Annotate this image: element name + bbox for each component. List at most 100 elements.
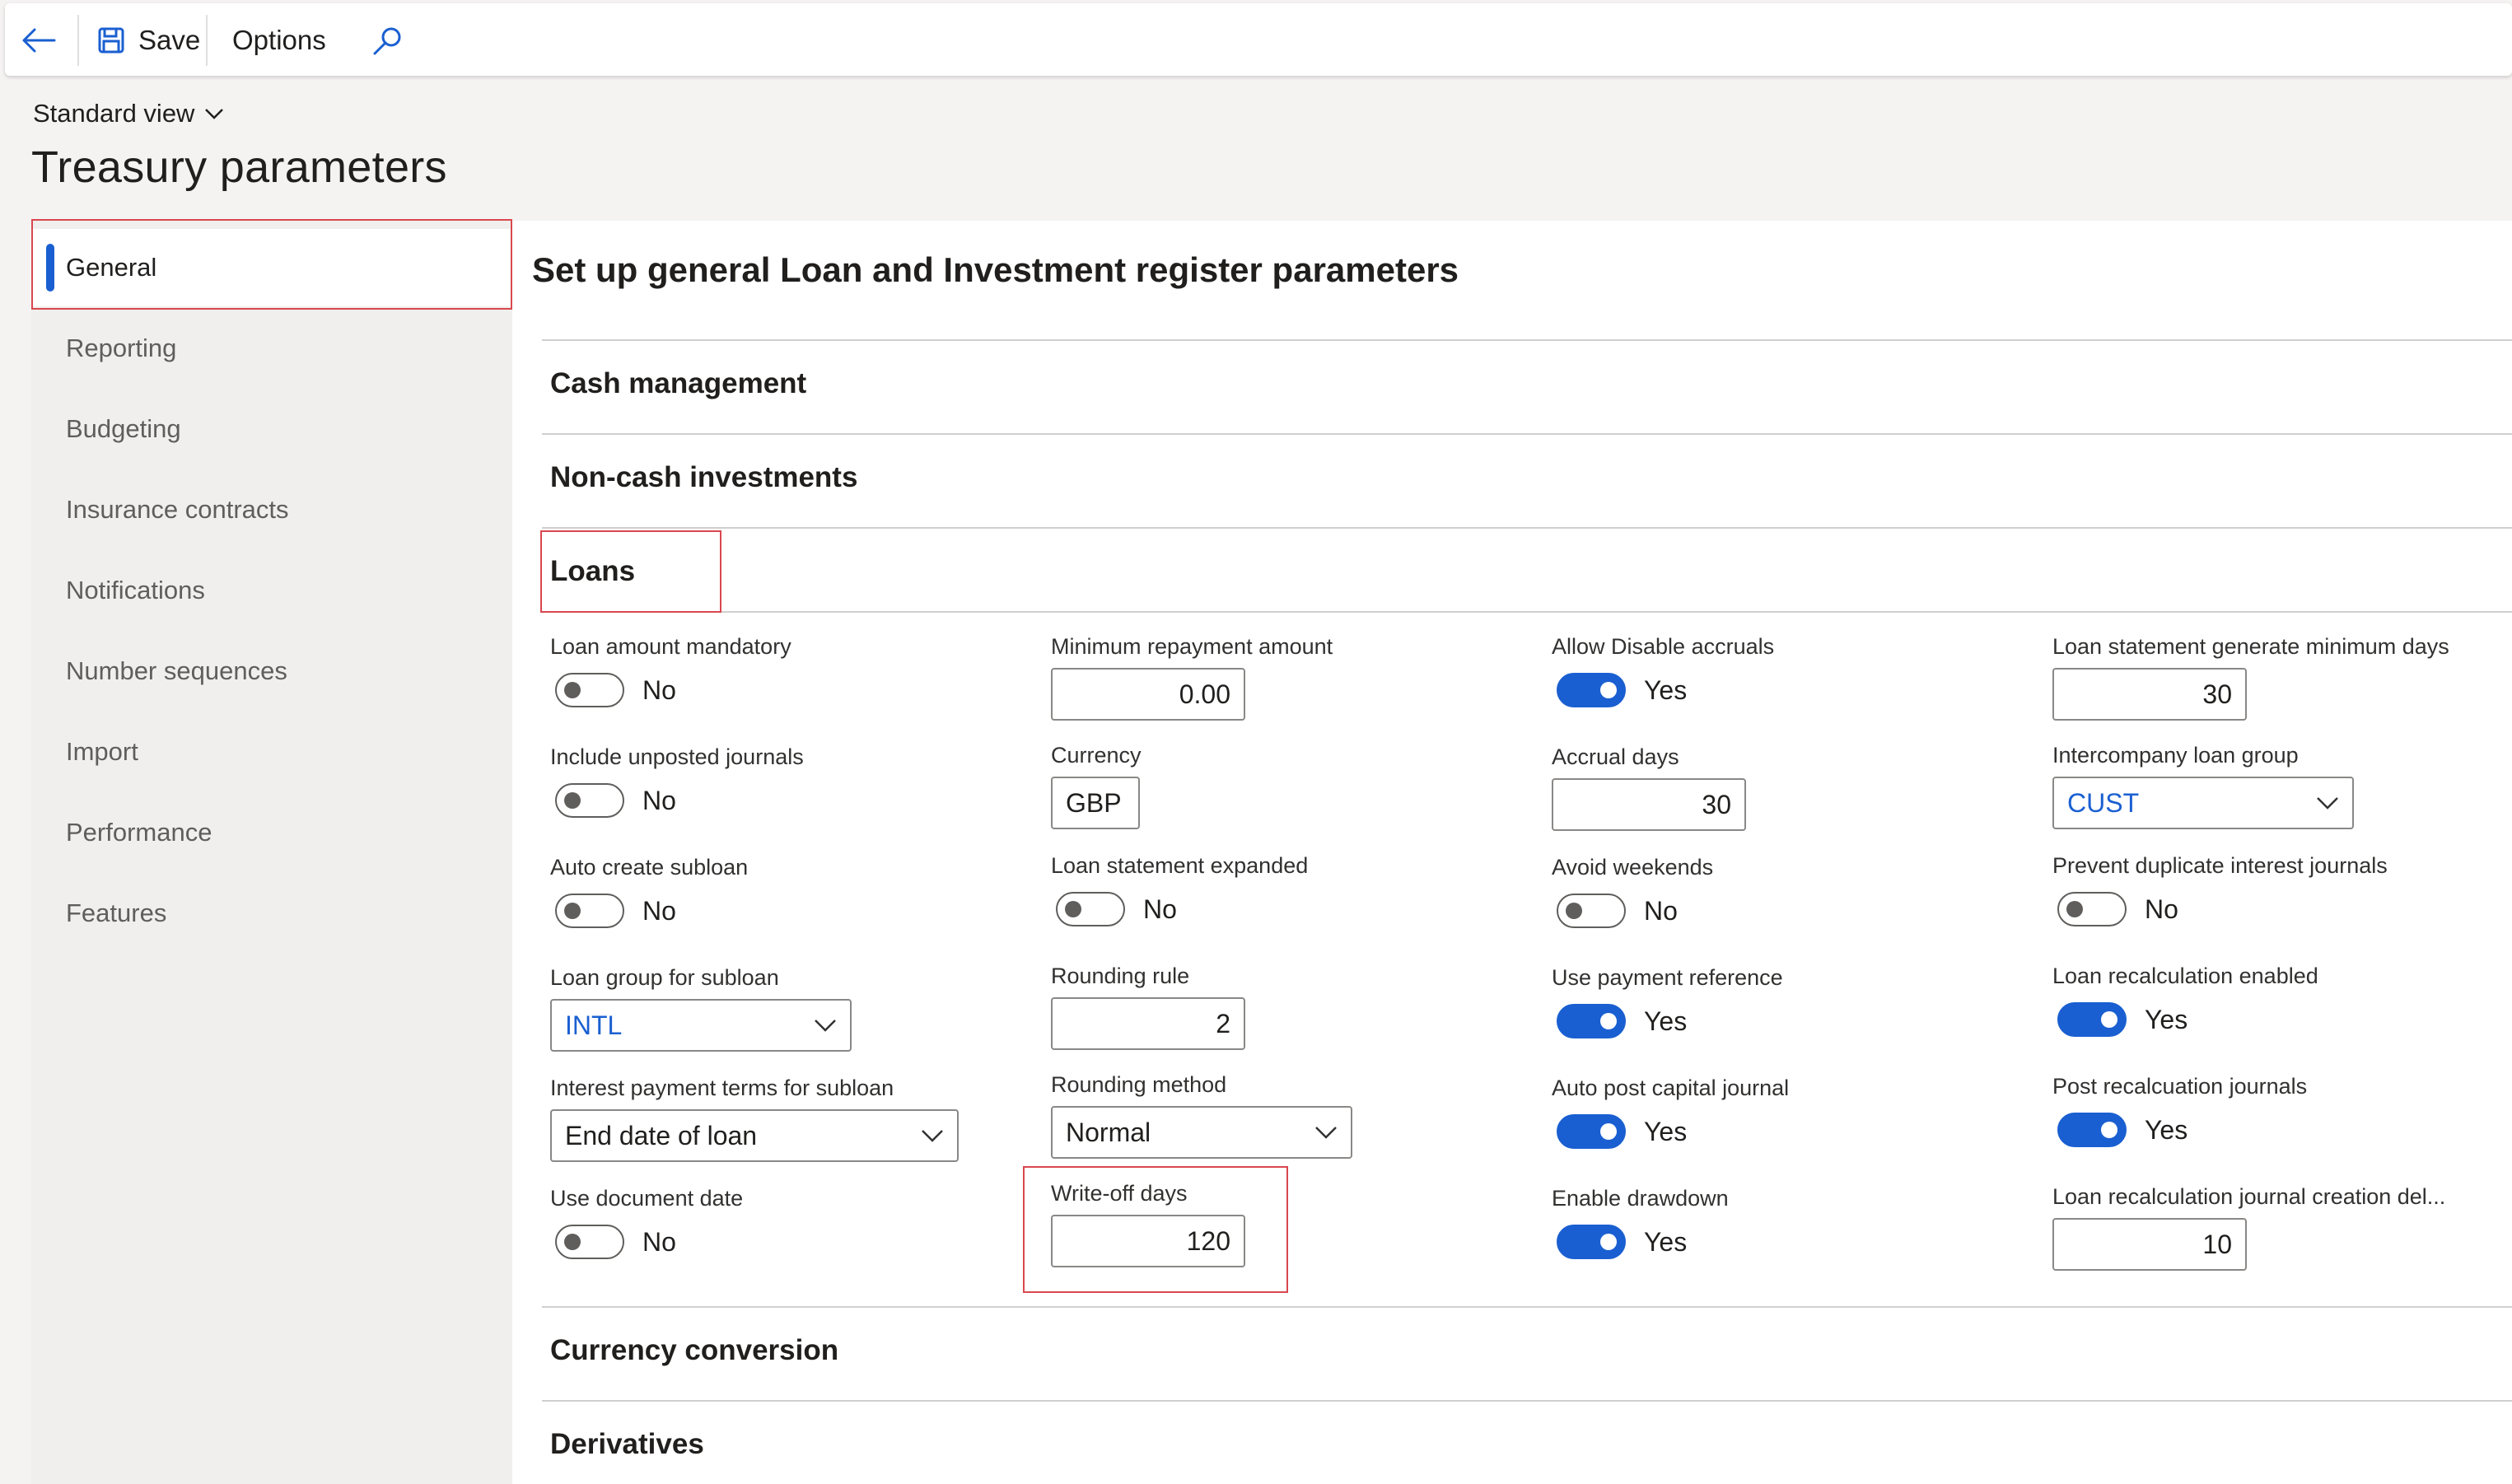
section-cash-management[interactable]: Cash management [550, 367, 806, 400]
toggle-value: No [2145, 894, 2178, 924]
toggle-value: Yes [1644, 1226, 1688, 1257]
field-loan-statement-expanded: Loan statement expanded No [1051, 853, 1308, 926]
field-avoid-weekends: Avoid weekends No [1552, 855, 1713, 928]
toggle-include-unposted-journals[interactable] [555, 783, 624, 818]
toggle-value: No [642, 895, 676, 926]
toggle-use-payment-reference[interactable] [1557, 1004, 1626, 1038]
intercompany-loan-group-select[interactable]: CUST [2052, 777, 2354, 829]
toggle-value: Yes [1644, 1006, 1688, 1036]
minimum-repayment-amount-input[interactable]: 0.00 [1051, 668, 1245, 721]
field-rounding-method: Rounding method Normal [1051, 1072, 1352, 1159]
toggle-value: Yes [1644, 1116, 1688, 1146]
options-button[interactable]: Options [232, 21, 326, 59]
toggle-value: Yes [2145, 1004, 2188, 1034]
toggle-loan-amount-mandatory[interactable] [555, 673, 624, 707]
section-derivatives[interactable]: Derivatives [550, 1428, 704, 1461]
select-value: Normal [1066, 1117, 1151, 1147]
toggle-prevent-duplicate-interest-journals[interactable] [2057, 892, 2127, 926]
field-label: Post recalcuation journals [2052, 1074, 2308, 1099]
toggle-avoid-weekends[interactable] [1557, 894, 1626, 928]
field-currency: Currency GBP [1051, 743, 1142, 829]
field-prevent-duplicate-interest-journals: Prevent duplicate interest journals No [2052, 853, 2388, 926]
field-label: Allow Disable accruals [1552, 634, 1775, 659]
toggle-auto-post-capital-journal[interactable] [1557, 1114, 1626, 1149]
field-label: Loan recalculation journal creation del.… [2052, 1184, 2446, 1209]
toggle-enable-drawdown[interactable] [1557, 1225, 1626, 1259]
highlight-box-loans [540, 530, 721, 613]
sidebar-item-reporting[interactable]: Reporting [31, 310, 512, 387]
field-accrual-days: Accrual days 30 [1552, 744, 1746, 831]
toggle-value: Yes [2145, 1114, 2188, 1145]
divider [721, 611, 2512, 613]
toggle-post-recalculation-journals[interactable] [2057, 1113, 2127, 1147]
loan-recalc-journal-delay-input[interactable]: 10 [2052, 1218, 2247, 1271]
field-label: Loan statement expanded [1051, 853, 1309, 878]
select-value: CUST [2067, 787, 2140, 818]
divider [542, 339, 2512, 341]
field-allow-disable-accruals: Allow Disable accruals Yes [1552, 634, 1774, 707]
loan-group-for-subloan-select[interactable]: INTL [550, 999, 852, 1052]
section-non-cash-investments[interactable]: Non-cash investments [550, 461, 857, 494]
chevron-down-icon [922, 1130, 943, 1142]
field-label: Currency [1051, 743, 1142, 768]
field-use-document-date: Use document date No [550, 1186, 743, 1259]
field-interest-payment-terms: Interest payment terms for subloan End d… [550, 1076, 959, 1162]
section-heading: Set up general Loan and Investment regis… [532, 250, 1459, 289]
chevron-down-icon [205, 109, 224, 119]
toggle-loan-recalculation-enabled[interactable] [2057, 1002, 2127, 1037]
field-loan-statement-min-days: Loan statement generate minimum days 30 [2052, 634, 2449, 721]
toggle-allow-disable-accruals[interactable] [1557, 673, 1626, 707]
sidebar-item-insurance-contracts[interactable]: Insurance contracts [31, 471, 512, 548]
divider [542, 1400, 2512, 1402]
save-icon [98, 27, 124, 54]
field-label: Rounding method [1051, 1072, 1227, 1097]
field-rounding-rule: Rounding rule 2 [1051, 964, 1245, 1050]
field-post-recalculation-journals: Post recalcuation journals Yes [2052, 1074, 2307, 1147]
field-label: Include unposted journals [550, 744, 804, 769]
rounding-rule-input[interactable]: 2 [1051, 997, 1245, 1050]
sidebar-item-number-sequences[interactable]: Number sequences [31, 632, 512, 710]
toggle-value: No [1644, 895, 1678, 926]
field-enable-drawdown: Enable drawdown Yes [1552, 1186, 1729, 1259]
loan-statement-min-days-input[interactable]: 30 [2052, 668, 2247, 721]
sidebar-item-import[interactable]: Import [31, 713, 512, 791]
toggle-use-document-date[interactable] [555, 1225, 624, 1259]
toggle-loan-statement-expanded[interactable] [1056, 892, 1125, 926]
sidebar-item-features[interactable]: Features [31, 875, 512, 952]
field-label: Auto post capital journal [1552, 1076, 1790, 1100]
rounding-method-select[interactable]: Normal [1051, 1106, 1352, 1159]
accrual-days-input[interactable]: 30 [1552, 778, 1746, 831]
chevron-down-icon [2317, 797, 2338, 810]
view-selector[interactable]: Standard view [33, 99, 224, 128]
search-button[interactable] [371, 21, 410, 61]
field-use-payment-reference: Use payment reference Yes [1552, 965, 1783, 1038]
save-button[interactable]: Save [97, 21, 200, 59]
divider [542, 433, 2512, 435]
field-label: Interest payment terms for subloan [550, 1076, 894, 1100]
field-loan-recalc-journal-delay: Loan recalculation journal creation del.… [2052, 1184, 2445, 1271]
select-value: INTL [565, 1010, 623, 1040]
toggle-value: No [642, 1226, 676, 1257]
page-title: Treasury parameters [31, 142, 447, 192]
field-loan-group-for-subloan: Loan group for subloan INTL [550, 965, 852, 1052]
field-minimum-repayment-amount: Minimum repayment amount 0.00 [1051, 634, 1333, 721]
sidebar: General Reporting Budgeting Insurance co… [31, 221, 512, 1484]
currency-input[interactable]: GBP [1051, 777, 1140, 829]
toggle-value: No [642, 674, 676, 705]
save-label: Save [138, 25, 201, 55]
divider [542, 1306, 2512, 1308]
command-bar: Save Options [5, 3, 2512, 76]
select-value: End date of loan [565, 1120, 758, 1150]
section-currency-conversion[interactable]: Currency conversion [550, 1334, 838, 1367]
field-label: Enable drawdown [1552, 1186, 1729, 1211]
chevron-down-icon [815, 1020, 836, 1032]
field-include-unposted-journals: Include unposted journals No [550, 744, 804, 818]
sidebar-item-performance[interactable]: Performance [31, 794, 512, 871]
back-button[interactable] [21, 23, 63, 58]
interest-payment-terms-select[interactable]: End date of loan [550, 1109, 959, 1162]
sidebar-item-notifications[interactable]: Notifications [31, 552, 512, 629]
toggle-auto-create-subloan[interactable] [555, 894, 624, 928]
toggle-value: No [642, 785, 676, 815]
field-auto-create-subloan: Auto create subloan No [550, 855, 748, 928]
sidebar-item-budgeting[interactable]: Budgeting [31, 390, 512, 468]
